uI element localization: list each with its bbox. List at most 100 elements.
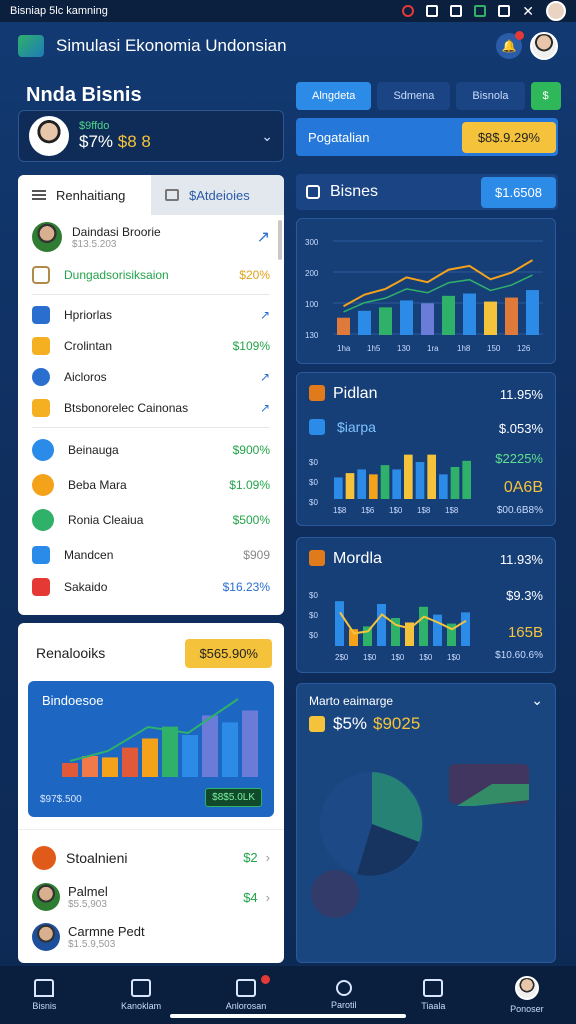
contact-name: Daindasi Broorie <box>72 224 161 239</box>
panel-v3: 0A6B <box>503 479 543 496</box>
business-header[interactable]: Bisnes $1.6508 <box>296 174 558 210</box>
brand-icon <box>32 845 56 870</box>
x-tick-label: 1$0 <box>391 653 405 662</box>
bar <box>142 738 158 777</box>
bar <box>345 473 355 499</box>
bar <box>392 469 401 499</box>
list-item-label: Dungadsorisiksaion <box>64 267 169 282</box>
tab-renhaitiang[interactable]: Renhaitiang <box>18 175 151 215</box>
calendar-icon <box>165 189 179 201</box>
panel-v1: $9.3% <box>506 588 543 603</box>
home-indicator <box>170 1014 406 1018</box>
list-icon <box>32 508 54 531</box>
y-tick-label: $0 <box>309 478 318 487</box>
list-item[interactable]: Hpriorlas ↗ <box>18 299 284 330</box>
nav-anlorosan[interactable]: Anlorosan <box>225 975 271 1011</box>
summary-bar[interactable]: Pogatalian $8$.9.29% <box>296 118 558 156</box>
segment-bisnola[interactable]: Bisnola <box>456 82 525 110</box>
list-icon <box>32 367 50 386</box>
bar <box>415 462 425 499</box>
list-item[interactable]: Dungadsorisiksaion $20% <box>18 259 284 290</box>
list-item-label: Mandcen <box>64 547 114 562</box>
chevron-down-icon[interactable]: ⌄ <box>261 128 273 145</box>
nav-bisnis[interactable]: Bisnis <box>32 979 56 1011</box>
app-logo-icon <box>18 35 44 57</box>
bar <box>182 735 198 777</box>
list-item[interactable]: Btsbonorelec Cainonas ↗ <box>18 392 284 423</box>
business-icon <box>306 185 320 199</box>
divider <box>32 427 270 428</box>
list-item[interactable]: Daindasi Broorie $13.5.203 ↗ <box>18 215 284 259</box>
nav-label: Anlorosan <box>225 1001 267 1011</box>
list-item-label: Sakaido <box>64 580 108 594</box>
list-item[interactable]: Beba Mara $1.09% <box>18 467 284 502</box>
segment-alngdeta[interactable]: Alngdeta <box>296 82 372 110</box>
x-tick-label: 126 <box>517 344 531 353</box>
list-item-value: $1.09% <box>229 477 270 492</box>
list-item[interactable]: Mandcen $909 <box>18 537 284 572</box>
list-item-value: $909 <box>243 547 270 562</box>
list-item-value: $500% <box>232 512 270 527</box>
tab-label: Renhaitiang <box>56 187 126 203</box>
contacts-title: Stoalnieni <box>66 849 128 866</box>
bar <box>484 301 497 335</box>
nav-parotil[interactable]: Parotil <box>331 980 357 1010</box>
divider <box>32 294 270 295</box>
list-item[interactable]: Beinauga $900% <box>18 432 284 467</box>
panel-v1: $.053% <box>498 421 543 436</box>
x-tick-label: 1h5 <box>367 344 381 353</box>
bar <box>377 604 386 646</box>
nav-ponoser[interactable]: Ponoser <box>510 976 544 1014</box>
x-tick-label: 2$0 <box>335 653 349 662</box>
business-chart-panel: 300 200 100 130 1ha 1h5 130 1ra 1h8 150 126 <box>296 218 556 364</box>
list-icon <box>32 545 50 564</box>
summary-label: Pogatalian <box>308 129 370 145</box>
chevron-down-icon[interactable]: ⌄ <box>531 692 543 709</box>
scrollbar[interactable] <box>278 220 282 260</box>
status-icons: ✕ <box>402 1 566 21</box>
notifications-button[interactable]: 🔔 <box>496 31 524 59</box>
list-icon <box>32 336 50 355</box>
y-tick-label: $0 <box>309 458 318 467</box>
revenue-chart: Bindoesoe $97$.500 $8$5.0LK <box>28 681 274 817</box>
pie-title: Marto eaimarge <box>309 694 394 708</box>
list-item-value: $20% <box>239 267 270 282</box>
list-item[interactable]: Ronia Cleaiua $500% <box>18 502 284 537</box>
x-tick-label: 150 <box>487 344 501 353</box>
bar <box>102 757 118 777</box>
revenue-badge[interactable]: $565.90% <box>185 638 272 668</box>
tab-atdeioies[interactable]: $Atdeioies <box>151 175 284 215</box>
image-icon <box>32 265 50 284</box>
panel-v2: $2225% <box>495 451 543 466</box>
list-item[interactable]: Aicloros ↗ <box>18 361 284 392</box>
pie-chart <box>311 764 529 918</box>
segment-currency[interactable]: $ <box>530 82 561 110</box>
list-item[interactable]: Carmne Pedt $1.5.9,503 <box>18 917 284 957</box>
user-avatar[interactable] <box>530 32 558 60</box>
list-item-label: Aicloros <box>64 369 107 384</box>
list-item-label: Ronia Cleaiua <box>68 512 144 527</box>
status-bar: Bisniap 5lc kamning ✕ <box>0 0 576 22</box>
contact-name: Palmel <box>68 884 108 899</box>
chart-icon <box>236 979 257 997</box>
notification-dot <box>261 975 271 984</box>
avatar[interactable] <box>546 1 566 21</box>
list-item[interactable]: Crolintan $109% <box>18 330 284 361</box>
list-item[interactable]: Palmel $5.5,903 $4 › <box>18 877 284 917</box>
nav-tiaala[interactable]: Tiaala <box>421 979 445 1011</box>
home-icon <box>34 979 55 997</box>
segment-sdmena[interactable]: Sdmena <box>377 82 451 110</box>
bell-icon: 🔔 <box>501 39 517 53</box>
nav-kanoklam[interactable]: Kanoklam <box>121 979 161 1011</box>
y-tick-label: $0 <box>309 611 318 620</box>
close-icon[interactable]: ✕ <box>522 3 534 20</box>
nav-label: Kanoklam <box>121 1001 162 1011</box>
pie-icon <box>309 716 325 732</box>
list-item[interactable]: Sakaido $16.23% <box>18 572 284 602</box>
profile-card[interactable]: $9ffdo $7% $8 8 ⌄ <box>18 110 284 162</box>
home-icon <box>426 5 439 17</box>
contacts-header[interactable]: Stoalnieni $2 › <box>18 829 284 877</box>
trend-up-icon: ↗ <box>256 229 270 246</box>
bar <box>202 715 218 777</box>
bar <box>162 726 178 777</box>
